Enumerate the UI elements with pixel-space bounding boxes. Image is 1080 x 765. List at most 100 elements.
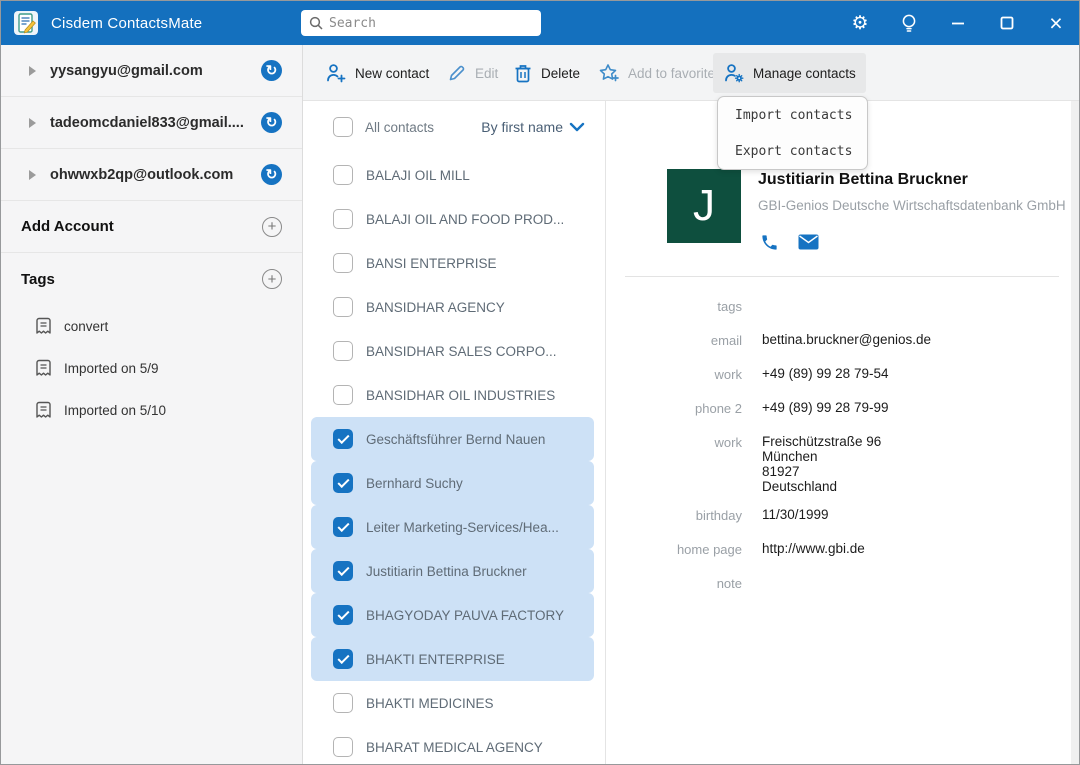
toolbar: New contact Edit Delete Add to favorites [303, 45, 1079, 101]
contact-row[interactable]: BALAJI OIL MILL [303, 153, 605, 197]
contact-checkbox[interactable] [333, 209, 353, 229]
contact-row[interactable]: BHAKTI MEDICINES [303, 681, 605, 725]
field-label: email [606, 332, 742, 353]
tips-lightbulb-icon[interactable] [898, 12, 920, 34]
contact-row[interactable]: BHARAT MEDICAL AGENCY [303, 725, 605, 765]
field-row-tags: tags [606, 298, 1079, 319]
field-value: 11/30/1999 [762, 507, 829, 528]
account-label: yysangyu@gmail.com [50, 63, 261, 79]
contact-row[interactable]: BANSIDHAR SALES CORPO... [303, 329, 605, 373]
new-contact-button[interactable]: New contact [315, 53, 439, 93]
delete-button[interactable]: Delete [503, 53, 590, 93]
minimize-button[interactable] [947, 12, 969, 34]
search-box[interactable] [301, 10, 541, 36]
contact-name: Bernhard Suchy [366, 476, 463, 491]
contact-checkbox[interactable] [333, 473, 353, 493]
person-gear-icon [723, 62, 745, 84]
contact-checkbox[interactable] [333, 297, 353, 317]
detail-scrollbar[interactable] [1071, 101, 1079, 764]
new-contact-label: New contact [355, 66, 429, 81]
contact-checkbox[interactable] [333, 165, 353, 185]
tag-item[interactable]: Imported on 5/9 [1, 347, 302, 389]
disclosure-triangle-icon[interactable] [29, 66, 36, 76]
call-phone-icon[interactable] [758, 231, 780, 253]
sync-icon[interactable]: ↻ [261, 60, 282, 81]
field-row-note: note [606, 575, 1079, 596]
contact-row[interactable]: Bernhard Suchy [303, 461, 605, 505]
contact-row[interactable]: BANSIDHAR OIL INDUSTRIES [303, 373, 605, 417]
field-value: Freischützstraße 96 München 81927 Deutsc… [762, 434, 881, 494]
contact-checkbox[interactable] [333, 517, 353, 537]
field-label: home page [606, 541, 742, 562]
maximize-button[interactable] [996, 12, 1018, 34]
contact-checkbox[interactable] [333, 341, 353, 361]
contact-name: BANSIDHAR AGENCY [366, 300, 505, 315]
tag-item[interactable]: convert [1, 305, 302, 347]
contact-row[interactable]: BANSI ENTERPRISE [303, 241, 605, 285]
search-icon [309, 16, 323, 30]
add-to-favorites-button[interactable]: Add to favorites [588, 53, 732, 93]
account-row[interactable]: tadeomcdaniel833@gmail.... ↻ [1, 97, 302, 149]
field-row-home-page: home page http://www.gbi.de [606, 541, 1079, 562]
select-all-checkbox[interactable] [333, 117, 353, 137]
contact-list-pane: All contacts By first name BALAJI OIL MI… [303, 101, 605, 764]
search-input[interactable] [329, 16, 533, 31]
tag-item[interactable]: Imported on 5/10 [1, 389, 302, 431]
add-tag-plus-icon[interactable]: + [262, 269, 282, 289]
menu-item-import-contacts[interactable]: Import contacts [718, 97, 867, 133]
add-account-row[interactable]: Add Account + [1, 201, 302, 253]
contact-row[interactable]: BHAGYODAY PAUVA FACTORY [303, 593, 605, 637]
contact-name: BANSIDHAR SALES CORPO... [366, 344, 557, 359]
field-value: http://www.gbi.de [762, 541, 865, 562]
manage-contacts-button[interactable]: Manage contacts [713, 53, 866, 93]
send-email-icon[interactable] [797, 231, 819, 253]
add-account-plus-icon[interactable]: + [262, 217, 282, 237]
contact-row[interactable]: Leiter Marketing-Services/Hea... [303, 505, 605, 549]
titlebar-controls: ⚙ × [849, 12, 1067, 34]
field-row-work-address: work Freischützstraße 96 München 81927 D… [606, 434, 1079, 494]
field-value: +49 (89) 99 28 79-54 [762, 366, 888, 387]
manage-contacts-label: Manage contacts [753, 66, 856, 81]
edit-button[interactable]: Edit [437, 53, 508, 93]
app-window: Cisdem ContactsMate ⚙ × [0, 0, 1080, 765]
manage-contacts-menu: Import contacts Export contacts [717, 96, 868, 170]
contact-checkbox[interactable] [333, 737, 353, 757]
contact-checkbox[interactable] [333, 649, 353, 669]
contact-detail-name: Justitiarin Bettina Bruckner [758, 171, 1066, 189]
menu-item-export-contacts[interactable]: Export contacts [718, 133, 867, 169]
disclosure-triangle-icon[interactable] [29, 170, 36, 180]
detail-fields: tags email bettina.bruckner@genios.de wo… [606, 298, 1079, 596]
contact-checkbox[interactable] [333, 385, 353, 405]
contact-checkbox[interactable] [333, 561, 353, 581]
sync-icon[interactable]: ↻ [261, 112, 282, 133]
account-label: ohwwxb2qp@outlook.com [50, 167, 261, 183]
disclosure-triangle-icon[interactable] [29, 118, 36, 128]
account-label: tadeomcdaniel833@gmail.... [50, 115, 261, 131]
contact-row[interactable]: BALAJI OIL AND FOOD PROD... [303, 197, 605, 241]
avatar: J [667, 169, 741, 243]
contact-checkbox[interactable] [333, 253, 353, 273]
field-value: bettina.bruckner@genios.de [762, 332, 931, 353]
sort-dropdown[interactable]: By first name [481, 119, 585, 135]
account-row[interactable]: yysangyu@gmail.com ↻ [1, 45, 302, 97]
account-row[interactable]: ohwwxb2qp@outlook.com ↻ [1, 149, 302, 201]
contact-row[interactable]: Justitiarin Bettina Bruckner [303, 549, 605, 593]
contact-name: BALAJI OIL MILL [366, 168, 470, 183]
tags-label: Tags [21, 271, 55, 288]
contact-name: Leiter Marketing-Services/Hea... [366, 520, 559, 535]
field-label: tags [606, 298, 742, 319]
field-row-phone-2: phone 2 +49 (89) 99 28 79-99 [606, 400, 1079, 421]
settings-gear-icon[interactable]: ⚙ [849, 12, 871, 34]
contact-checkbox[interactable] [333, 605, 353, 625]
contact-detail-pane: J Justitiarin Bettina Bruckner GBI-Genio… [606, 101, 1079, 764]
close-button[interactable]: × [1045, 12, 1067, 34]
contact-row[interactable]: BHAKTI ENTERPRISE [303, 637, 605, 681]
contact-row[interactable]: BANSIDHAR AGENCY [303, 285, 605, 329]
contact-name: BHARAT MEDICAL AGENCY [366, 740, 543, 755]
contact-name: BHAKTI MEDICINES [366, 696, 494, 711]
contact-list-header: All contacts By first name [303, 101, 605, 153]
sync-icon[interactable]: ↻ [261, 164, 282, 185]
contact-checkbox[interactable] [333, 429, 353, 449]
contact-checkbox[interactable] [333, 693, 353, 713]
contact-row[interactable]: Geschäftsführer Bernd Nauen [303, 417, 605, 461]
